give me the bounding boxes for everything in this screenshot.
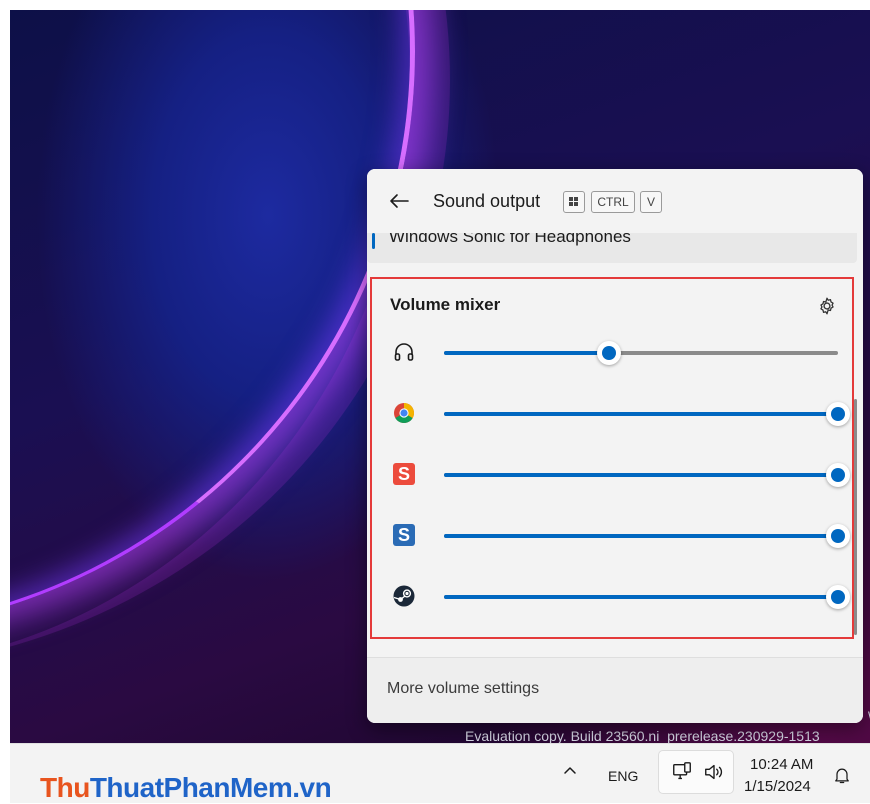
- selected-indicator: [372, 233, 375, 249]
- headphones-icon: [394, 343, 414, 361]
- v-key: V: [640, 191, 662, 213]
- volume-row-blue-s-app: S: [372, 515, 856, 555]
- mixer-settings-button[interactable]: [816, 295, 838, 317]
- slider-thumb[interactable]: [826, 463, 850, 487]
- slider-thumb[interactable]: [826, 585, 850, 609]
- volume-slider-blue-s-app[interactable]: [444, 524, 850, 548]
- watermark-part-3: PhanMem.vn: [163, 772, 332, 803]
- clock-date[interactable]: 1/15/2024: [744, 778, 811, 795]
- clock-time[interactable]: 10:24 AM: [750, 756, 813, 773]
- steam-icon: [393, 585, 415, 607]
- volume-mixer-section: Volume mixer S S: [370, 277, 854, 639]
- slider-fill: [444, 351, 610, 355]
- slider-fill: [444, 595, 838, 599]
- volume-row-headphones: [372, 332, 856, 372]
- volume-row-chrome: [372, 393, 856, 433]
- speaker-icon: [705, 764, 723, 780]
- chevron-up-icon: [564, 767, 576, 774]
- watermark-part-2: Thuat: [89, 772, 164, 803]
- flyout-scrollbar[interactable]: [854, 399, 857, 635]
- volume-row-red-s-app: S: [372, 454, 856, 494]
- red-s-app-icon: S: [393, 463, 415, 485]
- slider-fill: [444, 534, 838, 538]
- slider-thumb[interactable]: [826, 524, 850, 548]
- volume-slider-steam[interactable]: [444, 585, 850, 609]
- more-volume-settings-link[interactable]: More volume settings: [387, 680, 539, 698]
- slider-thumb[interactable]: [826, 402, 850, 426]
- back-button[interactable]: [385, 187, 413, 215]
- flyout-header: Sound output CTRL V: [367, 169, 863, 233]
- slider-fill: [444, 473, 838, 477]
- evaluation-watermark: Evaluation copy. Build 23560.ni_prerelea…: [465, 728, 820, 743]
- network-icon: [673, 762, 691, 780]
- notification-bell-icon[interactable]: [832, 764, 852, 786]
- taskbar: ThuThuatPhanMem.vn ENG 10:24 AM 1/15/202…: [10, 743, 870, 803]
- watermark-part-1: Thu: [40, 772, 90, 803]
- volume-mixer-title: Volume mixer: [390, 295, 501, 314]
- gear-icon: [820, 297, 834, 315]
- volume-slider-chrome[interactable]: [444, 402, 850, 426]
- volume-row-steam: [372, 576, 856, 616]
- svg-text:S: S: [398, 525, 410, 545]
- quick-settings-button[interactable]: [658, 750, 734, 794]
- ctrl-key: CTRL: [591, 191, 635, 213]
- site-watermark: ThuThuatPhanMem.vn: [40, 772, 332, 804]
- back-arrow-icon: [390, 194, 409, 208]
- win-key-icon: [563, 191, 585, 213]
- svg-text:S: S: [398, 464, 410, 484]
- sound-output-flyout: Windows Sonic for Headphones Sound outpu…: [367, 169, 863, 723]
- slider-thumb[interactable]: [597, 341, 622, 365]
- chrome-icon: [394, 403, 414, 423]
- flyout-footer: More volume settings: [367, 657, 863, 723]
- blue-s-app-icon: S: [393, 524, 415, 546]
- show-hidden-icons-button[interactable]: [562, 762, 578, 783]
- input-language-indicator[interactable]: ENG: [608, 768, 638, 784]
- flyout-title: Sound output: [433, 191, 541, 211]
- slider-fill: [444, 412, 838, 416]
- volume-slider-red-s-app[interactable]: [444, 463, 850, 487]
- volume-slider-headphones[interactable]: [444, 341, 838, 365]
